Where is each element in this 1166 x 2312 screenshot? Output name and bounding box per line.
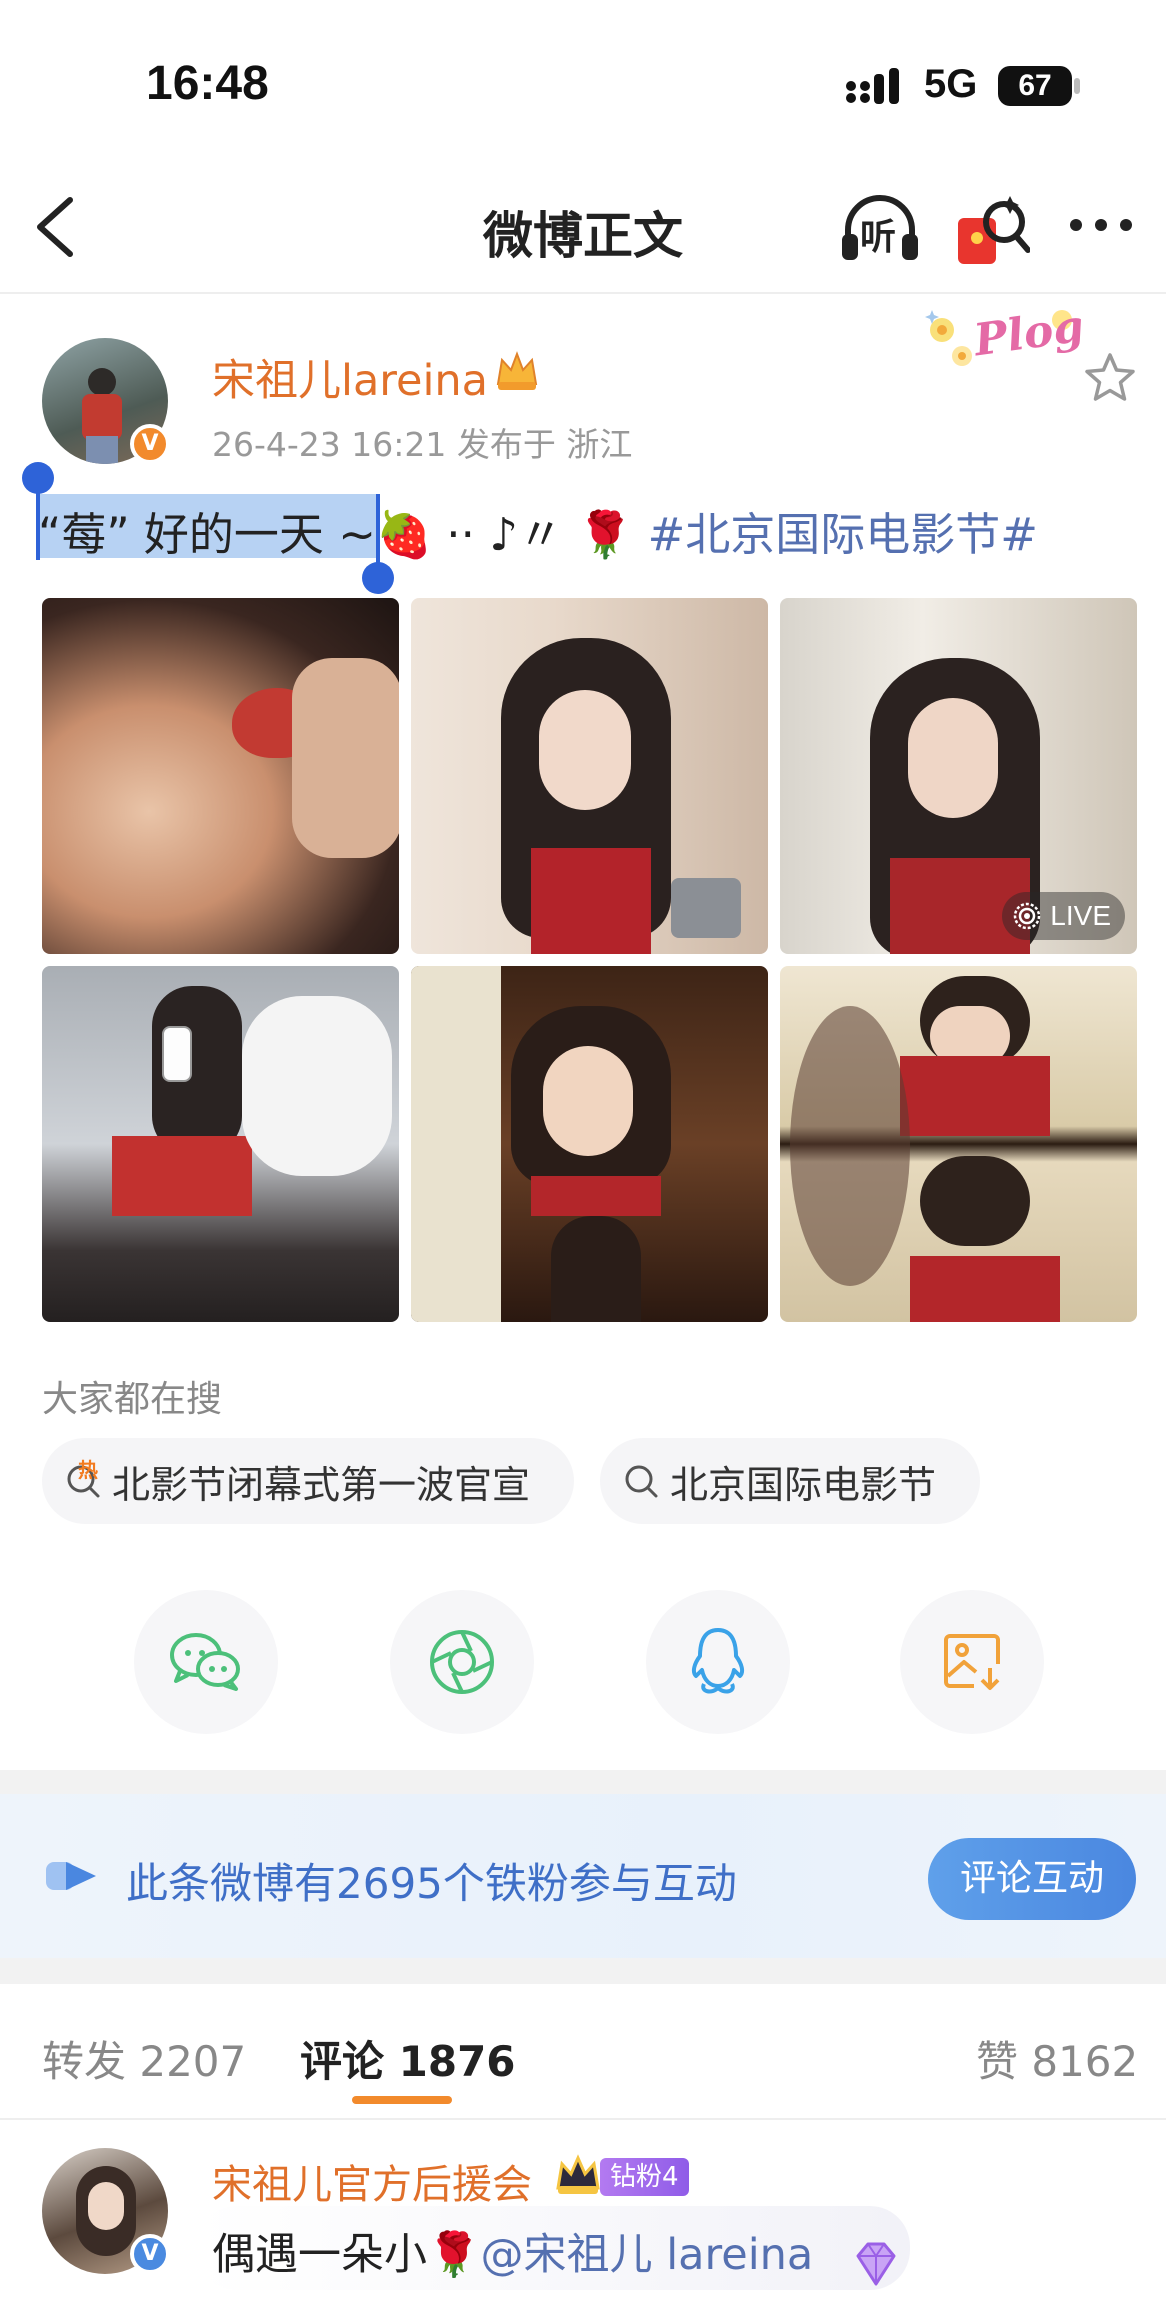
battery-level: 67 <box>1018 69 1052 102</box>
wechat-icon <box>170 1633 240 1691</box>
diamond-icon <box>856 2242 896 2286</box>
qq-icon <box>691 1628 745 1694</box>
more-icon[interactable] <box>1068 200 1134 250</box>
share-moments-button[interactable] <box>390 1590 534 1734</box>
live-label: LIVE <box>1050 900 1111 931</box>
tabs-divider <box>0 2118 1166 2120</box>
moments-icon <box>430 1630 494 1694</box>
verified-badge: V <box>130 424 170 464</box>
post-photo-1[interactable] <box>42 598 399 954</box>
post-text-selected: “莓” 好的一天 <box>38 508 324 561</box>
tab-likes[interactable]: 赞 8162 <box>976 2028 1138 2089</box>
search-icon <box>625 1465 658 1498</box>
commenter-verified-badge: V <box>130 2234 170 2274</box>
post-text-emoji: ~🍓 ·· ♪〃 🌹 <box>338 508 634 561</box>
comment-text[interactable]: 偶遇一朵小🌹@宋祖儿 lareina <box>212 2220 813 2282</box>
post-photo-6[interactable] <box>780 966 1137 1322</box>
fan-crown-icon <box>556 2154 600 2194</box>
save-image-icon <box>944 1634 1000 1690</box>
fans-play-icon <box>46 1862 96 1890</box>
diamond-fan-badge: 钻粉4 <box>600 2158 689 2196</box>
tab-comments[interactable]: 评论 1876 <box>300 2028 516 2089</box>
search-chip-label: 北影节闭幕式第一波官宣 <box>112 1462 531 1507</box>
tab-repost[interactable]: 转发 2207 <box>42 2028 246 2089</box>
post-photo-3[interactable]: LIVE <box>780 598 1137 954</box>
post-meta: 26-4-23 16:21 发布于 浙江 <box>212 425 633 464</box>
crown-icon <box>496 351 538 390</box>
battery-icon: 67 <box>998 66 1082 106</box>
fans-interaction-text: 此条微博有2695个铁粉参与互动 <box>126 1859 737 1908</box>
hashtag-link[interactable]: #北京国际电影节# <box>648 508 1038 561</box>
post-photo-2[interactable] <box>411 598 768 954</box>
selection-handle-end-knob[interactable] <box>362 562 394 594</box>
post-photo-5[interactable] <box>411 966 768 1322</box>
listen-button[interactable]: 听 <box>838 188 922 268</box>
trending-search-title: 大家都在搜 <box>42 1379 223 1420</box>
author-name[interactable]: 宋祖儿lareina <box>212 346 488 408</box>
post-photo-4[interactable] <box>42 966 399 1322</box>
hot-search-icon: 热 <box>64 1458 102 1500</box>
section-separator <box>0 1958 1166 1984</box>
red-packet-search-icon[interactable] <box>954 190 1030 270</box>
selection-handle-start-knob[interactable] <box>22 462 54 494</box>
listen-label: 听 <box>860 217 897 258</box>
live-badge[interactable]: LIVE <box>1002 892 1125 940</box>
status-time: 16:48 <box>146 57 269 110</box>
comment-body: 偶遇一朵小🌹 <box>212 2230 481 2280</box>
tab-active-indicator <box>352 2096 452 2104</box>
comment-interact-button[interactable]: 评论互动 <box>928 1838 1136 1920</box>
live-icon <box>1014 902 1041 930</box>
nav-divider <box>0 292 1166 294</box>
network-label: 5G <box>924 62 978 106</box>
search-chip-1[interactable]: 热 北影节闭幕式第一波官宣 <box>42 1438 574 1524</box>
section-separator <box>0 1770 1166 1794</box>
post-text[interactable]: “莓” 好的一天 ~🍓 ·· ♪〃 🌹 #北京国际电影节# <box>38 498 1038 561</box>
share-qq-button[interactable] <box>646 1590 790 1734</box>
signal-icon <box>846 68 899 104</box>
star-icon[interactable] <box>1082 350 1138 406</box>
hot-badge: 热 <box>78 1458 98 1482</box>
share-wechat-button[interactable] <box>134 1590 278 1734</box>
mention-link[interactable]: @宋祖儿 lareina <box>481 2230 814 2280</box>
search-chip-2[interactable]: 北京国际电影节 <box>600 1438 980 1524</box>
plog-badge: Plog <box>912 300 1092 380</box>
search-chip-label: 北京国际电影节 <box>670 1462 937 1507</box>
commenter-name[interactable]: 宋祖儿官方后援会 <box>212 2152 532 2210</box>
save-image-button[interactable] <box>900 1590 1044 1734</box>
